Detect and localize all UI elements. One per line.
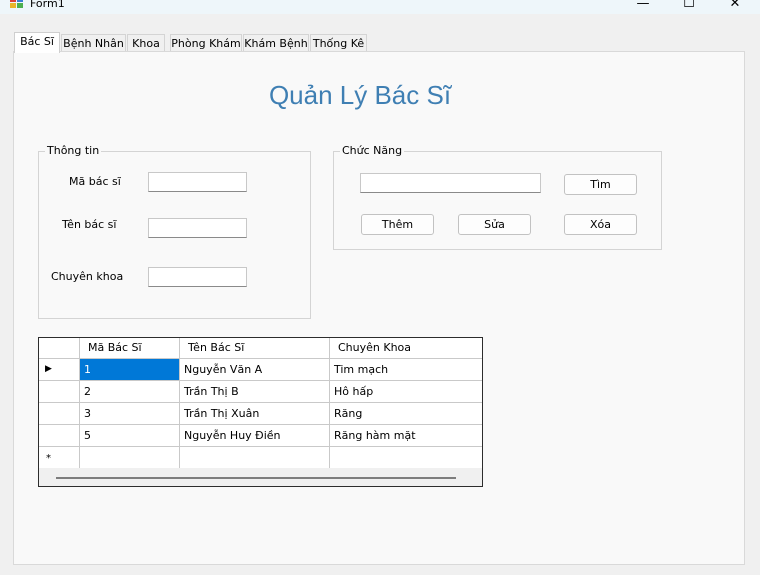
grid-cell-ma[interactable]: 3 <box>80 403 180 425</box>
row-header-current-icon[interactable]: ▶ <box>39 359 80 381</box>
tab-kham-benh[interactable]: Khám Bệnh <box>243 34 309 52</box>
function-group-legend: Chức Năng <box>340 144 405 158</box>
column-header-chuyen-khoa[interactable]: Chuyên Khoa <box>330 338 482 359</box>
search-button[interactable]: Tìm <box>564 174 637 195</box>
doctor-grid[interactable]: Mã Bác Sĩ Tên Bác Sĩ Chuyên Khoa ▶ 1 Ngu… <box>38 337 483 487</box>
grid-cell-ma[interactable]: 5 <box>80 425 180 447</box>
function-groupbox: Chức Năng <box>333 144 662 250</box>
search-input[interactable] <box>360 173 541 193</box>
grid-cell-ten[interactable]: Trần Thị B <box>180 381 330 403</box>
minimize-button[interactable]: — <box>620 0 666 12</box>
grid-cell-chuyen-khoa[interactable]: Răng hàm mặt <box>330 425 482 447</box>
chuyen-khoa-label: Chuyên khoa <box>51 270 124 283</box>
ten-bac-si-label: Tên bác sĩ <box>62 218 117 231</box>
grid-horizontal-scrollbar[interactable] <box>39 468 482 486</box>
grid-cell-ten[interactable]: Nguyễn Huy Điền <box>180 425 330 447</box>
grid-cell-ten[interactable]: Nguyễn Văn A <box>180 359 330 381</box>
ma-bac-si-input[interactable] <box>148 172 247 192</box>
column-header-ten-bac-si[interactable]: Tên Bác Sĩ <box>180 338 330 359</box>
new-row-icon[interactable]: * <box>39 447 80 469</box>
tab-bac-si[interactable]: Bác Sĩ <box>14 32 60 53</box>
row-header[interactable] <box>39 425 80 447</box>
grid-cell-chuyen-khoa[interactable]: Hô hấp <box>330 381 482 403</box>
grid-cell-ma[interactable]: 2 <box>80 381 180 403</box>
page-title: Quản Lý Bác Sĩ <box>268 80 452 110</box>
grid-cell-ten[interactable]: Trần Thị Xuân <box>180 403 330 425</box>
grid-cell-chuyen-khoa[interactable]: Tim mạch <box>330 359 482 381</box>
grid-new-cell-ma[interactable] <box>80 447 180 469</box>
grid-cell-chuyen-khoa[interactable]: Răng <box>330 403 482 425</box>
row-header[interactable] <box>39 403 80 425</box>
title-bar: Form1 — ☐ ✕ <box>0 0 760 14</box>
app-icon <box>10 0 24 9</box>
tab-khoa[interactable]: Khoa <box>127 34 165 52</box>
info-group-legend: Thông tin <box>45 144 102 158</box>
ten-bac-si-input[interactable] <box>148 218 247 238</box>
grid-new-cell-ten[interactable] <box>180 447 330 469</box>
window-title: Form1 <box>30 0 65 10</box>
grid-corner-header[interactable] <box>39 338 80 359</box>
column-header-ma-bac-si[interactable]: Mã Bác Sĩ <box>80 338 180 359</box>
maximize-button[interactable]: ☐ <box>666 0 712 12</box>
grid-cell-ma[interactable]: 1 <box>80 359 180 381</box>
chuyen-khoa-input[interactable] <box>148 267 247 287</box>
row-header[interactable] <box>39 381 80 403</box>
edit-button[interactable]: Sửa <box>458 214 531 235</box>
scrollbar-thumb[interactable] <box>56 477 456 479</box>
ma-bac-si-label: Mã bác sĩ <box>69 175 121 188</box>
grid-new-cell-chuyen-khoa[interactable] <box>330 447 482 469</box>
tab-thong-ke[interactable]: Thống Kê <box>310 34 367 52</box>
close-button[interactable]: ✕ <box>712 0 758 12</box>
add-button[interactable]: Thêm <box>361 214 434 235</box>
tab-phong-kham[interactable]: Phòng Khám <box>170 34 242 52</box>
tab-benh-nhan[interactable]: Bệnh Nhân <box>61 34 126 52</box>
delete-button[interactable]: Xóa <box>564 214 637 235</box>
